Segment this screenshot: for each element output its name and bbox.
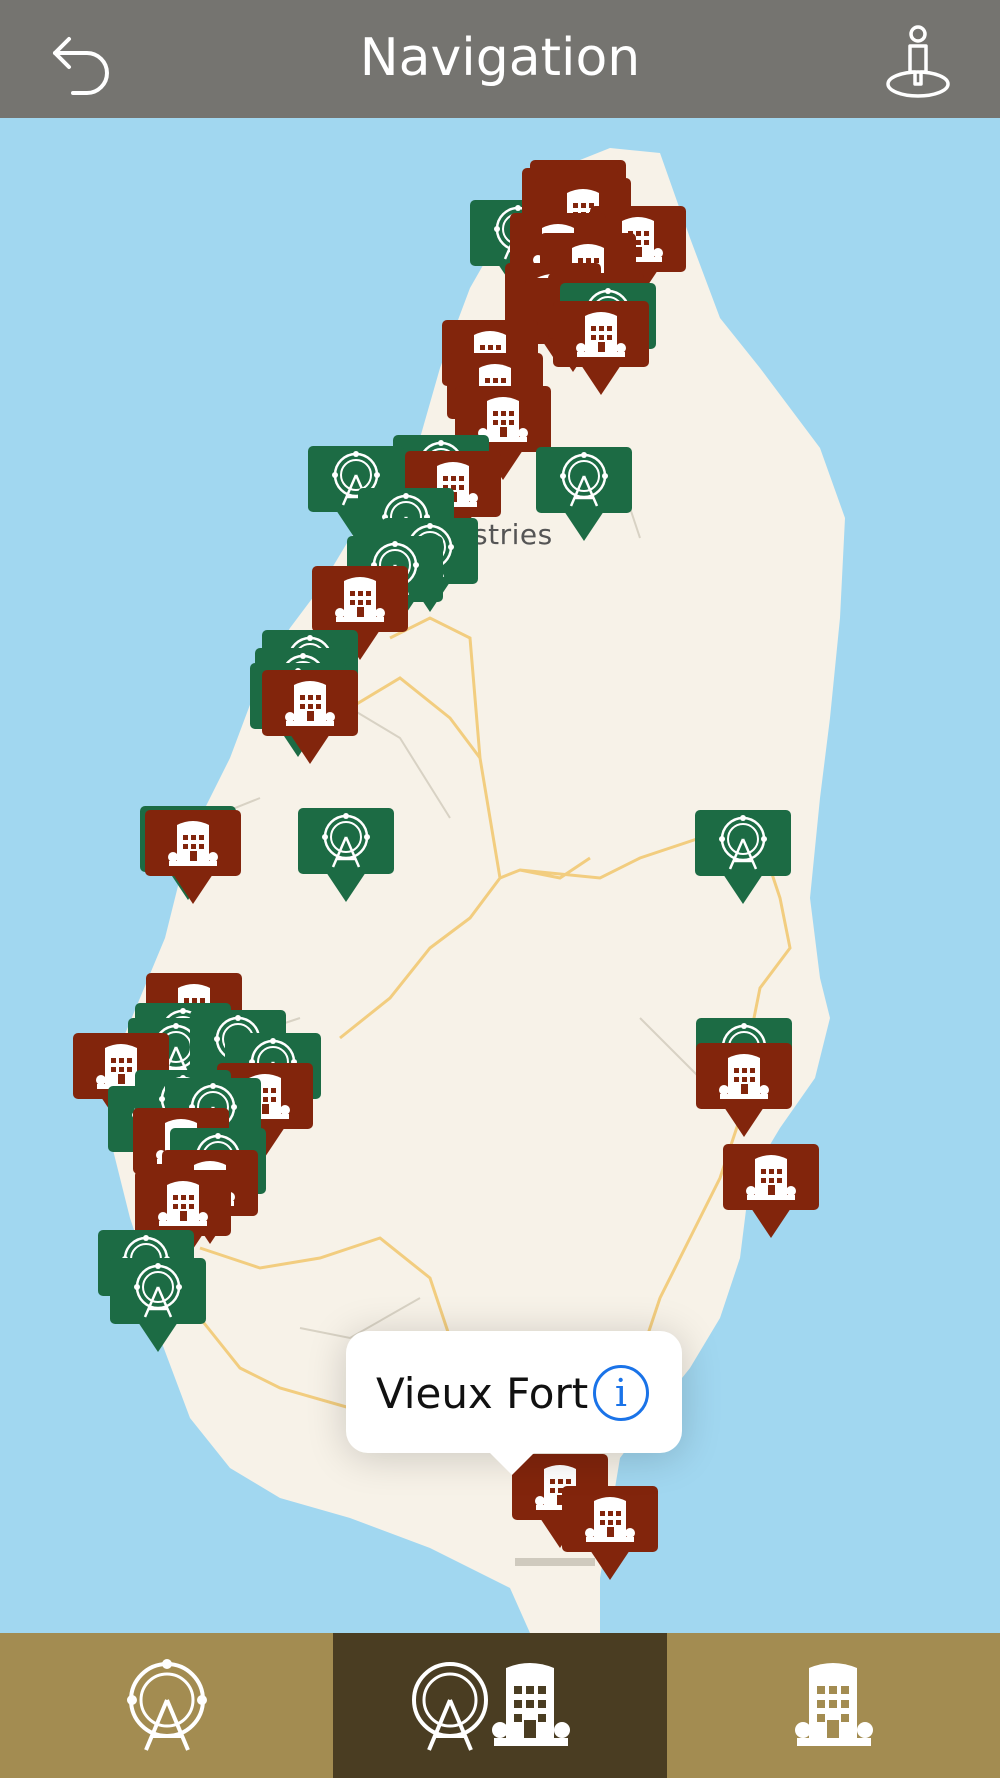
attraction-marker[interactable]	[536, 447, 632, 553]
info-icon: i	[614, 1371, 628, 1415]
attraction-marker[interactable]	[298, 808, 394, 914]
map-callout[interactable]: Vieux Fort i	[346, 1331, 682, 1475]
hotel-icon	[795, 1662, 874, 1746]
marker-pointer	[290, 734, 330, 764]
attraction-marker[interactable]	[695, 810, 791, 916]
info-button[interactable]: i	[593, 1365, 649, 1421]
top-bar: Navigation	[0, 0, 1000, 118]
hotel-marker[interactable]	[553, 301, 649, 407]
marker-pointer	[326, 872, 366, 902]
user-location-icon	[886, 25, 950, 98]
hotel-marker[interactable]	[562, 1486, 658, 1592]
callout-title: Vieux Fort	[376, 1369, 589, 1418]
tab-all[interactable]	[333, 1633, 667, 1778]
callout-pointer	[488, 1451, 536, 1475]
hotel-marker[interactable]	[145, 810, 241, 916]
ferris-wheel-icon	[126, 1658, 207, 1751]
tab-bar	[0, 1633, 1000, 1778]
map-view[interactable]: stries Vieux Fort i	[0, 118, 1000, 1633]
hotel-marker[interactable]	[723, 1144, 819, 1250]
marker-pointer	[138, 1322, 178, 1352]
attraction-marker[interactable]	[110, 1258, 206, 1364]
marker-pointer	[723, 874, 763, 904]
hotel-marker[interactable]	[696, 1043, 792, 1149]
marker-pointer	[173, 874, 213, 904]
user-location-button[interactable]	[878, 22, 958, 102]
marker-pointer	[751, 1208, 791, 1238]
tab-attractions[interactable]	[0, 1633, 334, 1778]
marker-pointer	[590, 1550, 630, 1580]
marker-pointer	[724, 1107, 764, 1137]
tab-hotels[interactable]	[666, 1633, 1000, 1778]
hotel-marker[interactable]	[262, 670, 358, 776]
ferris-wheel-and-hotel-icon	[411, 1661, 570, 1751]
marker-pointer	[581, 365, 621, 395]
marker-pointer	[564, 511, 604, 541]
page-title: Navigation	[359, 28, 641, 88]
